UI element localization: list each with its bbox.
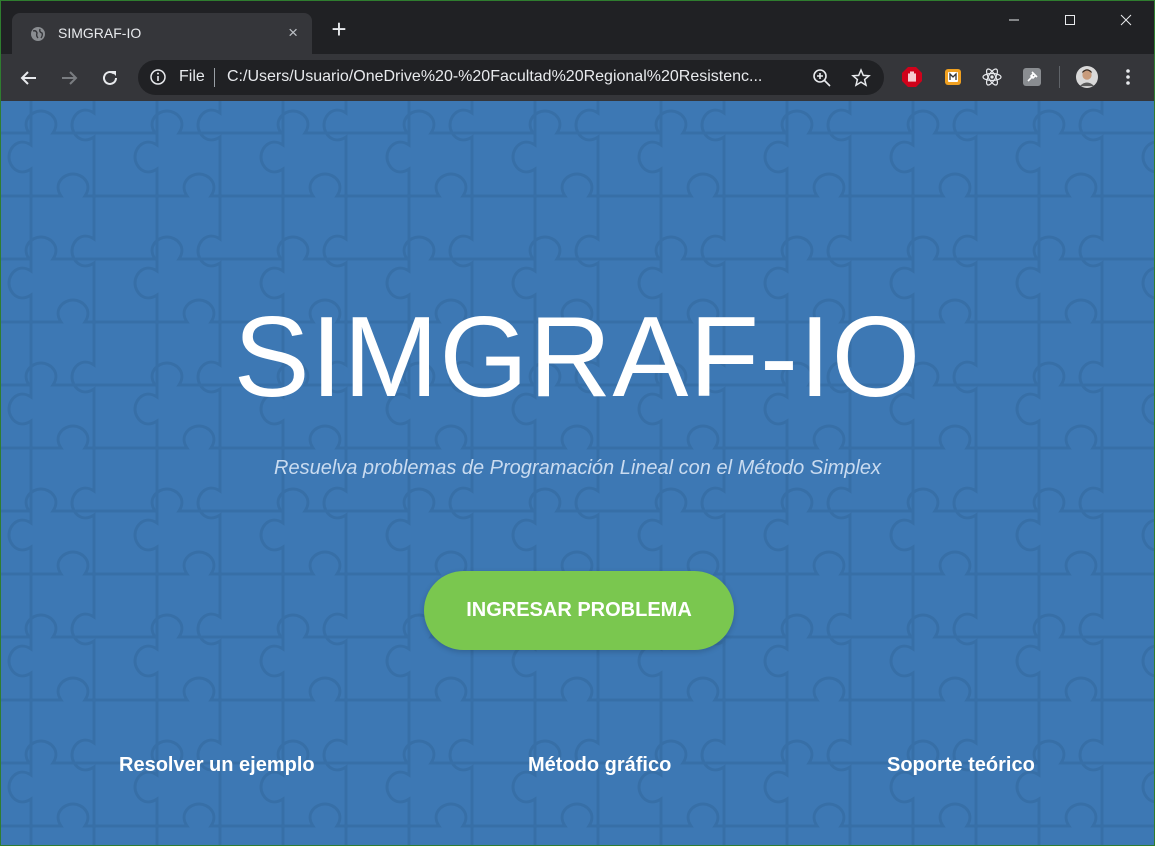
react-devtools-icon[interactable] bbox=[981, 66, 1003, 88]
scheme-label: File bbox=[179, 68, 205, 85]
globe-icon bbox=[31, 27, 45, 41]
maximize-icon[interactable] bbox=[1042, 1, 1098, 39]
menu-icon[interactable] bbox=[1117, 66, 1139, 88]
browser-window: SIMGRAF-IO × + File C:/Users/Usuario/One… bbox=[0, 0, 1155, 846]
zoom-icon[interactable] bbox=[812, 68, 832, 88]
close-icon[interactable]: × bbox=[288, 24, 298, 42]
extension-icon[interactable] bbox=[942, 66, 964, 88]
minimize-icon[interactable] bbox=[986, 1, 1042, 39]
browser-toolbar: File C:/Users/Usuario/OneDrive%20-%20Fac… bbox=[1, 54, 1154, 102]
address-separator bbox=[214, 68, 215, 87]
star-icon[interactable] bbox=[851, 68, 871, 88]
url-text[interactable]: C:/Users/Usuario/OneDrive%20-%20Facultad… bbox=[227, 68, 797, 86]
page-content: SIMGRAF-IO Resuelva problemas de Program… bbox=[1, 101, 1154, 845]
page-title: SIMGRAF-IO bbox=[233, 294, 922, 421]
active-tab[interactable]: SIMGRAF-IO × bbox=[12, 13, 312, 54]
forward-icon[interactable] bbox=[55, 64, 83, 92]
page-subtitle: Resuelva problemas de Programación Linea… bbox=[274, 457, 881, 479]
metodo-grafico-link[interactable]: Método gráfico bbox=[528, 754, 671, 777]
tab-strip: SIMGRAF-IO × + bbox=[1, 1, 1154, 54]
pin-extension-icon[interactable] bbox=[1021, 66, 1043, 88]
window-close-icon[interactable] bbox=[1098, 1, 1154, 39]
window-controls bbox=[986, 1, 1154, 39]
plus-icon[interactable]: + bbox=[328, 16, 350, 42]
tab-title: SIMGRAF-IO bbox=[58, 25, 142, 41]
profile-avatar[interactable] bbox=[1076, 66, 1098, 88]
ingresar-problema-button[interactable]: INGRESAR PROBLEMA bbox=[424, 571, 734, 650]
back-icon[interactable] bbox=[15, 64, 43, 92]
resolver-ejemplo-link[interactable]: Resolver un ejemplo bbox=[119, 754, 315, 777]
reload-icon[interactable] bbox=[96, 64, 124, 92]
address-bar[interactable]: File C:/Users/Usuario/OneDrive%20-%20Fac… bbox=[138, 60, 884, 95]
soporte-teorico-link[interactable]: Soporte teórico bbox=[887, 754, 1035, 777]
adblock-extension-icon[interactable] bbox=[901, 66, 923, 88]
toolbar-separator bbox=[1059, 66, 1060, 88]
info-icon[interactable] bbox=[150, 69, 166, 85]
